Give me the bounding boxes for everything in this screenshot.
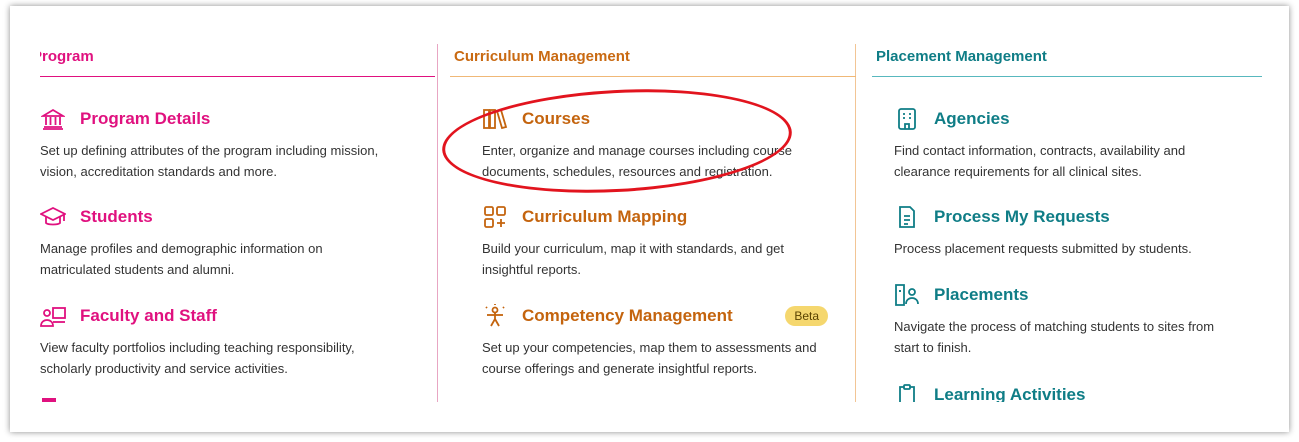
graduation-cap-icon — [40, 204, 66, 230]
placements-desc: Navigate the process of matching student… — [894, 319, 1215, 355]
dashboard-frame: Program Program Details Set up defining … — [10, 6, 1289, 432]
process-requests-desc: Process placement requests submitted by … — [894, 241, 1192, 256]
faculty-staff-link[interactable]: Faculty and Staff — [40, 301, 435, 331]
learning-activities-card[interactable]: Learning Activities — [894, 380, 1262, 402]
agencies-card[interactable]: Agencies Find contact information, contr… — [894, 104, 1262, 182]
placement-column: Placement Management Agencies Find conta… — [872, 6, 1262, 402]
placements-link[interactable]: Placements — [894, 280, 1262, 310]
program-header-label: Program — [40, 48, 94, 65]
learning-activities-title: Learning Activities — [934, 385, 1086, 402]
grid-plus-icon — [482, 204, 508, 230]
courses-card[interactable]: Courses Enter, organize and manage cours… — [482, 104, 856, 182]
agencies-link[interactable]: Agencies — [894, 104, 1262, 134]
books-icon — [482, 106, 508, 132]
curriculum-mapping-title: Curriculum Mapping — [522, 207, 688, 226]
competency-management-desc: Set up your competencies, map them to as… — [482, 340, 817, 376]
curriculum-header: Curriculum Management — [450, 44, 856, 77]
agencies-desc: Find contact information, contracts, ava… — [894, 143, 1186, 179]
program-details-card[interactable]: Program Details Set up defining attribut… — [40, 104, 435, 182]
program-header: Program — [40, 44, 435, 77]
curriculum-mapping-card[interactable]: Curriculum Mapping Build your curriculum… — [482, 202, 856, 280]
presenter-icon — [40, 303, 66, 329]
program-details-link[interactable]: Program Details — [40, 104, 435, 134]
curriculum-column: Curriculum Management Courses Enter, org… — [450, 6, 856, 402]
faculty-staff-title: Faculty and Staff — [80, 306, 217, 325]
process-requests-link[interactable]: Process My Requests — [894, 202, 1262, 232]
competency-management-title: Competency Management — [522, 306, 733, 325]
faculty-staff-desc: View faculty portfolios including teachi… — [40, 340, 355, 376]
column-divider — [437, 44, 438, 402]
building-icon — [894, 106, 920, 132]
courses-title: Courses — [522, 109, 591, 128]
students-title: Students — [80, 207, 153, 226]
curriculum-header-label: Curriculum Management — [454, 48, 630, 65]
placements-title: Placements — [934, 285, 1029, 304]
process-requests-title: Process My Requests — [934, 207, 1110, 226]
students-link[interactable]: Students — [40, 202, 435, 232]
process-requests-card[interactable]: Process My Requests Process placement re… — [894, 202, 1262, 259]
students-card[interactable]: Students Manage profiles and demographic… — [40, 202, 435, 280]
curriculum-mapping-link[interactable]: Curriculum Mapping — [482, 202, 856, 232]
learning-activities-link[interactable]: Learning Activities — [894, 380, 1262, 402]
agencies-title: Agencies — [934, 109, 1010, 128]
faculty-staff-card[interactable]: Faculty and Staff View faculty portfolio… — [40, 301, 435, 379]
courses-desc: Enter, organize and manage courses inclu… — [482, 143, 793, 179]
competency-icon — [482, 303, 508, 329]
program-details-title: Program Details — [80, 109, 211, 128]
program-column: Program Program Details Set up defining … — [40, 6, 435, 402]
institution-icon — [40, 106, 66, 132]
competency-management-link[interactable]: Competency Management Beta — [482, 301, 856, 331]
students-desc: Manage profiles and demographic informat… — [40, 241, 323, 277]
placements-card[interactable]: Placements Navigate the process of match… — [894, 280, 1262, 358]
curriculum-mapping-desc: Build your curriculum, map it with stand… — [482, 241, 785, 277]
clipboard-icon — [894, 382, 920, 402]
next-item-icon-partial — [40, 398, 435, 402]
courses-link[interactable]: Courses — [482, 104, 856, 134]
placement-header-label: Placement Management — [876, 48, 1047, 65]
placement-icon — [894, 282, 920, 308]
document-icon — [894, 204, 920, 230]
placement-header: Placement Management — [872, 44, 1262, 77]
beta-badge: Beta — [785, 306, 828, 326]
program-details-desc: Set up defining attributes of the progra… — [40, 143, 379, 179]
competency-management-card[interactable]: Competency Management Beta Set up your c… — [482, 301, 856, 379]
